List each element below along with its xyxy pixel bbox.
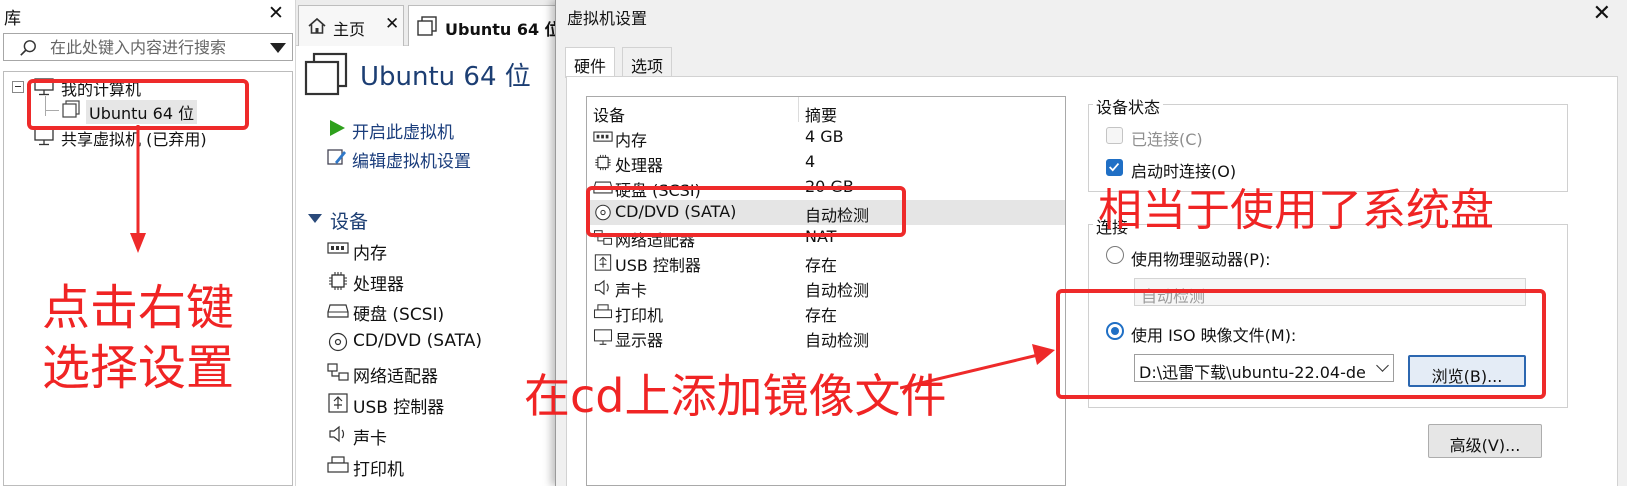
tab-bar: 主页 ✕ Ubuntu 64 位 <box>296 0 578 46</box>
row-device-name: 显示器 <box>615 331 664 350</box>
usb-icon <box>328 393 348 413</box>
memory-icon <box>327 242 349 254</box>
highlight-iso-section <box>1056 289 1546 399</box>
row-summary: 自动检测 <box>805 331 870 350</box>
library-panel: 库 ✕ 我的计算机 Ubuntu 64 位 <box>0 0 296 486</box>
cd-dvd-icon <box>328 332 348 352</box>
display-icon <box>593 329 613 345</box>
row-device-name: USB 控制器 <box>615 256 701 275</box>
row-summary: 自动检测 <box>805 281 870 300</box>
edit-settings-icon[interactable] <box>327 147 347 167</box>
library-title: 库 <box>4 9 21 29</box>
physical-drive-label: 使用物理驱动器(P): <box>1131 250 1271 269</box>
physical-drive-radio[interactable] <box>1106 246 1124 264</box>
highlight-vm-tree-item <box>27 79 249 130</box>
tab-home-label: 主页 <box>333 20 366 39</box>
arrow-down-icon <box>130 125 146 253</box>
row-summary: 4 GB <box>805 127 844 146</box>
device-printer[interactable]: 打印机 <box>353 455 404 480</box>
advanced-button[interactable]: 高级(V)... <box>1428 424 1542 458</box>
row-summary: 存在 <box>805 256 838 275</box>
hard-disk-icon <box>327 304 349 318</box>
devices-heading[interactable]: 设备 <box>330 207 368 234</box>
device-memory[interactable]: 内存 <box>353 239 387 264</box>
devices-collapse-icon[interactable] <box>308 214 322 223</box>
library-search[interactable] <box>3 33 293 61</box>
device-sound-card[interactable]: 声卡 <box>353 424 387 449</box>
table-row[interactable]: 内存 4 GB <box>587 125 1065 150</box>
annotation-add-iso: 在cd上添加镜像文件 <box>524 369 947 423</box>
memory-icon <box>593 131 613 142</box>
play-icon[interactable] <box>328 119 346 137</box>
table-row[interactable]: 声卡 自动检测 <box>587 275 1065 300</box>
tab-ubuntu[interactable]: Ubuntu 64 位 <box>408 5 576 46</box>
column-summary-header[interactable]: 摘要 <box>805 102 837 126</box>
row-device-name: 处理器 <box>615 156 664 175</box>
check-icon <box>1109 162 1120 172</box>
device-status-heading: 设备状态 <box>1093 94 1164 118</box>
connected-label: 已连接(C) <box>1131 130 1203 149</box>
tab-options[interactable]: 选项 <box>622 47 673 77</box>
usb-icon <box>594 254 612 271</box>
row-device-name: 内存 <box>615 131 648 150</box>
device-list: 设备 摘要 内存 4 GB 处理器 4 硬盘 (SCSI) 20 GB CD/D… <box>586 96 1066 486</box>
highlight-cd-dvd-row <box>586 186 906 237</box>
tab-hardware[interactable]: 硬件 <box>565 47 616 78</box>
row-summary: 存在 <box>805 306 838 325</box>
search-dropdown-icon[interactable] <box>270 43 286 53</box>
row-device-name: 打印机 <box>615 306 664 325</box>
row-device-name: 声卡 <box>615 281 648 300</box>
shared-computer-icon <box>34 128 54 146</box>
tab-home[interactable]: 主页 ✕ <box>298 5 404 46</box>
row-summary: 4 <box>805 152 816 171</box>
power-on-link[interactable]: 开启此虚拟机 <box>352 118 454 143</box>
close-library-icon[interactable]: ✕ <box>268 2 284 24</box>
device-hard-disk[interactable]: 硬盘 (SCSI) <box>353 300 444 325</box>
column-device-header[interactable]: 设备 <box>593 102 625 126</box>
processor-icon <box>595 154 611 171</box>
printer-icon <box>593 304 613 319</box>
device-usb-controller[interactable]: USB 控制器 <box>353 393 444 418</box>
dialog-title: 虚拟机设置 <box>567 9 648 28</box>
vm-icon <box>417 16 437 36</box>
network-adapter-icon <box>327 363 349 381</box>
printer-icon <box>327 456 349 473</box>
table-row[interactable]: USB 控制器 存在 <box>587 250 1065 275</box>
annotation-system-disk: 相当于使用了系统盘 <box>1098 185 1494 236</box>
processor-icon <box>329 272 347 290</box>
table-row[interactable]: 打印机 存在 <box>587 300 1065 325</box>
search-icon <box>20 40 36 56</box>
vm-large-icon <box>304 52 348 96</box>
search-input[interactable] <box>48 36 268 58</box>
connected-checkbox[interactable] <box>1106 127 1123 144</box>
sound-icon <box>329 425 345 443</box>
device-processor[interactable]: 处理器 <box>353 270 404 295</box>
table-row[interactable]: 处理器 4 <box>587 150 1065 175</box>
annotation-select-settings: 选择设置 <box>42 340 235 396</box>
close-icon[interactable]: ✕ <box>1593 1 1611 26</box>
home-icon <box>308 17 326 34</box>
device-cd-dvd[interactable]: CD/DVD (SATA) <box>353 331 482 351</box>
sound-icon <box>594 279 609 296</box>
edit-settings-link[interactable]: 编辑虚拟机设置 <box>352 147 471 172</box>
close-tab-icon[interactable]: ✕ <box>385 14 399 34</box>
vm-title: Ubuntu 64 位 <box>360 62 531 92</box>
device-network-adapter[interactable]: 网络适配器 <box>353 362 438 387</box>
tab-ubuntu-label: Ubuntu 64 位 <box>445 20 561 39</box>
collapse-icon[interactable] <box>12 81 24 93</box>
